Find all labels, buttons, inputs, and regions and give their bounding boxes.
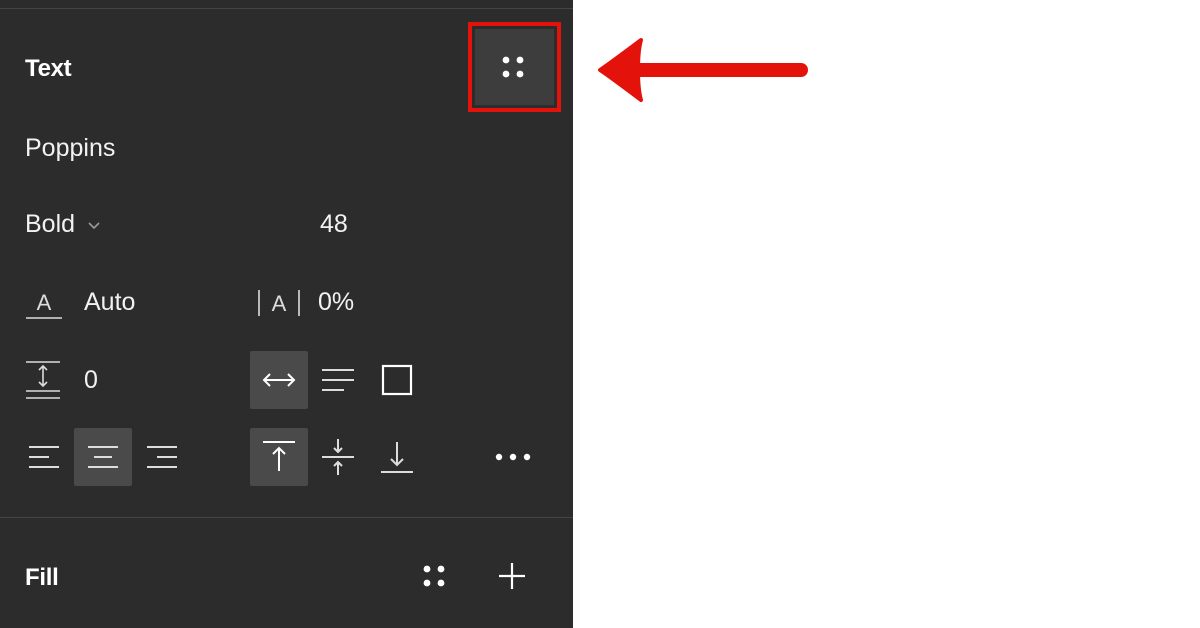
ellipsis-icon — [495, 453, 531, 461]
plus-icon — [499, 563, 525, 589]
align-middle-button[interactable] — [309, 428, 367, 486]
align-top-button[interactable] — [250, 428, 308, 486]
align-center-icon — [88, 446, 118, 468]
letter-spacing-icon: A — [256, 284, 302, 325]
four-dots-icon — [423, 565, 445, 587]
annotation-arrow — [595, 36, 810, 109]
font-weight-label: Bold — [25, 210, 76, 238]
align-middle-icon — [322, 439, 354, 475]
svg-text:A: A — [37, 290, 52, 315]
letter-spacing-input[interactable]: 0% — [318, 288, 354, 317]
line-height-icon: A — [25, 284, 63, 325]
auto-height-button[interactable] — [309, 351, 367, 409]
top-divider — [0, 8, 573, 9]
paragraph-spacing-icon — [25, 360, 61, 407]
align-right-icon — [147, 446, 177, 468]
paragraph-spacing-input[interactable]: 0 — [84, 366, 98, 395]
lines-icon — [322, 369, 354, 391]
svg-text:A: A — [272, 291, 287, 316]
font-weight-select[interactable]: Bold — [25, 210, 101, 239]
align-right-button[interactable] — [133, 428, 191, 486]
align-left-icon — [29, 446, 59, 468]
align-top-icon — [263, 441, 295, 471]
highlight-box — [468, 22, 561, 112]
text-section-title: Text — [25, 55, 72, 82]
line-height-input[interactable]: Auto — [84, 288, 135, 317]
align-center-button[interactable] — [74, 428, 132, 486]
design-panel: Text Poppins Bold 48 A Auto A 0% 0 Fill — [0, 0, 573, 628]
align-bottom-icon — [381, 442, 413, 473]
align-left-button[interactable] — [15, 428, 73, 486]
more-options-button[interactable] — [484, 428, 542, 486]
auto-width-button[interactable] — [250, 351, 308, 409]
section-divider — [0, 517, 573, 518]
fill-styles-button[interactable] — [405, 547, 463, 605]
align-bottom-button[interactable] — [368, 428, 426, 486]
chevron-down-icon — [88, 221, 100, 229]
font-size-input[interactable]: 48 — [320, 210, 348, 239]
fill-section-title: Fill — [25, 564, 59, 591]
square-icon — [381, 364, 413, 396]
font-family-select[interactable]: Poppins — [25, 134, 115, 163]
add-fill-button[interactable] — [483, 547, 541, 605]
double-arrow-horizontal-icon — [262, 373, 296, 387]
fixed-size-button[interactable] — [368, 351, 426, 409]
